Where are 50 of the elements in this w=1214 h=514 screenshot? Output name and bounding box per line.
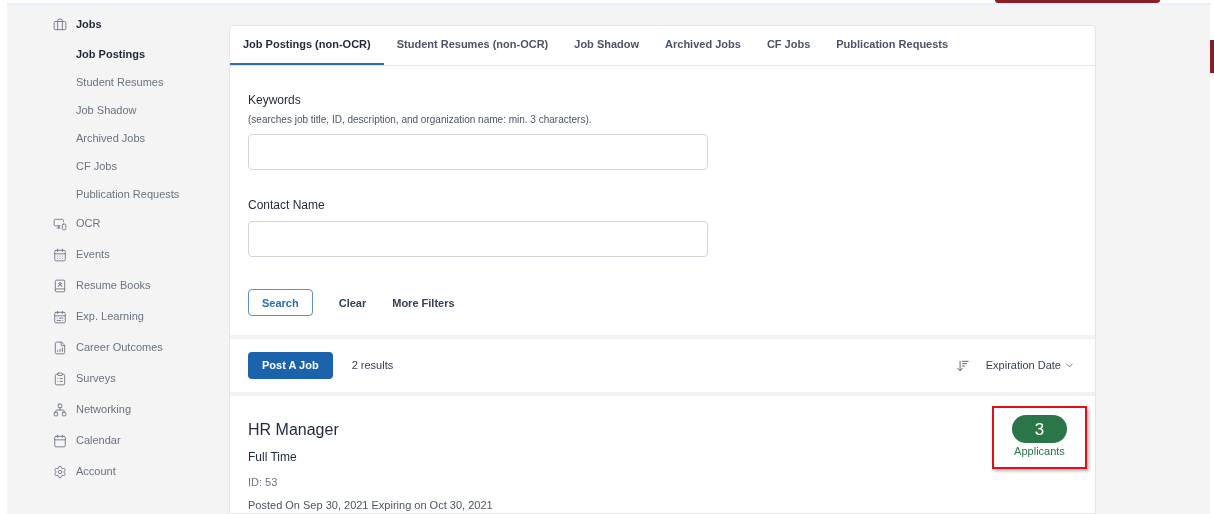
sidebar-subitem[interactable]: Job Postings <box>53 40 229 68</box>
post-job-button[interactable]: Post A Job <box>248 352 333 380</box>
tab[interactable]: Job Postings (non-OCR) <box>230 26 384 66</box>
sidebar-item[interactable]: Exp. Learning <box>53 301 229 332</box>
briefcase-icon <box>53 17 67 32</box>
sidebar-subitem[interactable]: CF Jobs <box>53 152 229 180</box>
job-title[interactable]: HR Manager <box>248 418 992 442</box>
field-label: Keywords <box>248 92 302 110</box>
field-hint: (searches job title, ID, description, and organization name: min. 3 characters). <box>248 113 593 128</box>
text-button[interactable]: More Filters <box>392 294 455 312</box>
calendar-icon <box>53 247 67 262</box>
contact-name-field[interactable] <box>248 221 708 258</box>
sidebar-item[interactable]: Calendar <box>53 425 229 456</box>
sidebar-item[interactable]: Surveys <box>53 363 229 394</box>
sidebar-item[interactable]: Account <box>53 456 229 487</box>
tab[interactable]: Job Shadow <box>561 26 653 66</box>
network-icon <box>53 402 67 417</box>
devices-icon <box>53 216 67 231</box>
applicants-label: Applicants <box>1014 444 1065 460</box>
sidebar-item[interactable]: Resume Books <box>53 270 229 301</box>
sidebar-item[interactable]: Networking <box>53 394 229 425</box>
applicants-count[interactable]: 3 <box>1012 415 1067 444</box>
job-type: Full Time <box>248 449 298 466</box>
sidebar-item[interactable]: Jobs <box>53 9 229 40</box>
sort-dropdown[interactable]: Expiration Date <box>985 357 1075 374</box>
job-dates: Posted On Sep 30, 2021 Expiring on Oct 30, 2021 <box>248 497 494 513</box>
results-count: 2 results <box>351 358 394 374</box>
tab[interactable]: CF Jobs <box>753 26 824 66</box>
sidebar-item[interactable]: Events <box>53 239 229 270</box>
job-id: ID: 53 <box>248 475 279 490</box>
settings-icon <box>53 464 67 479</box>
tab[interactable]: Student Resumes (non-OCR) <box>383 26 562 66</box>
sidebar-item[interactable]: OCR <box>53 208 229 239</box>
sidebar-subitem[interactable]: Publication Requests <box>53 180 229 208</box>
tab[interactable]: Publication Requests <box>823 26 962 66</box>
keywords-field[interactable] <box>248 134 708 171</box>
sidebar-subitem[interactable]: Student Resumes <box>53 68 229 96</box>
sidebar-subitem[interactable]: Archived Jobs <box>53 124 229 152</box>
report-icon <box>53 340 67 355</box>
book-icon <box>53 278 67 293</box>
text-button[interactable]: Clear <box>338 294 367 312</box>
sidebar-subitem[interactable]: Job Shadow <box>53 96 229 124</box>
sort-icon[interactable] <box>955 358 970 373</box>
sidebar-item[interactable]: Career Outcomes <box>53 332 229 363</box>
calendar-icon <box>53 309 67 324</box>
clipboard-icon <box>53 371 67 386</box>
search-button[interactable]: Search <box>248 289 313 317</box>
tab[interactable]: Archived Jobs <box>652 26 754 66</box>
calendar-icon <box>53 433 67 448</box>
field-label: Contact Name <box>248 197 326 215</box>
